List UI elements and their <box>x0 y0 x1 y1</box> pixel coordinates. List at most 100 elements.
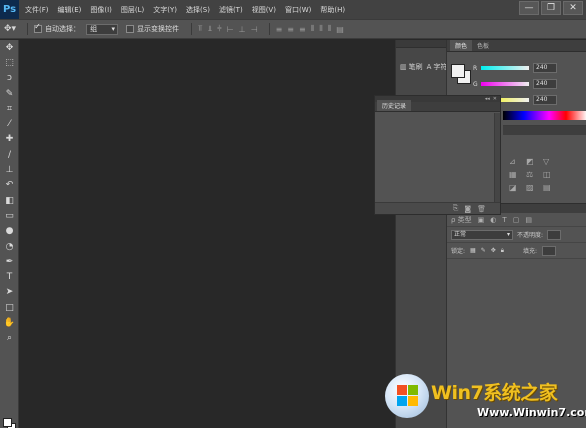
path-select-tool[interactable]: ➤ <box>0 285 19 300</box>
menu-type[interactable]: 文字(Y) <box>153 5 177 15</box>
lock-pixels-icon[interactable]: ✎ <box>481 247 486 254</box>
fill-field[interactable] <box>542 245 556 256</box>
panel-foreground-color[interactable] <box>451 64 465 78</box>
move-tool[interactable]: ✥ <box>0 40 19 55</box>
curves-icon[interactable]: ⊿ <box>509 157 523 166</box>
filter-type-icon[interactable]: T <box>502 216 506 224</box>
type-tool[interactable]: T <box>0 269 19 284</box>
blur-tool[interactable]: ● <box>0 224 19 239</box>
align-right-icon[interactable]: ⊣ <box>251 25 258 34</box>
auto-select-dropdown[interactable]: 组 <box>86 23 119 35</box>
threshold-icon[interactable]: ▤ <box>543 183 557 192</box>
eraser-tool[interactable]: ◧ <box>0 193 19 208</box>
close-button[interactable]: ✕ <box>563 1 583 15</box>
menu-view[interactable]: 视图(V) <box>252 5 276 15</box>
history-brush-tool[interactable]: ↶ <box>0 178 19 193</box>
lock-transparent-icon[interactable]: ▦ <box>470 247 476 254</box>
filter-smart-icon[interactable]: ▤ <box>525 216 532 224</box>
crop-tool[interactable]: ⌗ <box>0 101 19 116</box>
menu-layer[interactable]: 图层(L) <box>121 5 144 15</box>
menu-edit[interactable]: 编辑(E) <box>58 5 82 15</box>
filter-adjust-icon[interactable]: ◐ <box>490 216 496 224</box>
invert-icon[interactable]: ◪ <box>509 183 523 192</box>
opacity-field[interactable] <box>547 229 562 240</box>
red-channel-slider[interactable] <box>481 66 529 70</box>
black-white-icon[interactable]: ◫ <box>543 170 557 179</box>
marquee-tool[interactable]: ⬚ <box>0 55 19 70</box>
history-footer: ⎘ ◙ 🗑︎ <box>375 202 500 214</box>
photoshop-logo: Ps <box>0 0 19 19</box>
healing-brush-tool[interactable]: ✚ <box>0 132 19 147</box>
filter-pixel-icon[interactable]: ▣ <box>478 216 485 224</box>
green-channel-slider[interactable] <box>481 82 529 86</box>
layer-filter-row: ρ 类型 ▣ ◐ T ▢ ▤ <box>447 213 586 227</box>
exposure-icon[interactable]: ◩ <box>526 157 540 166</box>
menu-filter[interactable]: 滤镜(T) <box>219 5 243 15</box>
blend-mode-select[interactable]: 正常 <box>451 229 513 240</box>
move-tool-preset-icon[interactable]: ✥▾ <box>4 24 16 34</box>
menu-file[interactable]: 文件(F) <box>25 5 49 15</box>
color-balance-icon[interactable]: ⚖ <box>526 170 540 179</box>
adjustments-panel: ⊿ ◩ ▽ ▦ ⚖ ◫ ◪ ▨ ▤ <box>503 125 586 203</box>
green-channel-value[interactable]: 240 <box>533 79 557 89</box>
menu-image[interactable]: 图像(I) <box>90 5 112 15</box>
lock-position-icon[interactable]: ✥ <box>491 247 496 254</box>
gradient-tool[interactable]: ▭ <box>0 208 19 223</box>
hue-saturation-icon[interactable]: ▦ <box>509 170 523 179</box>
minimize-button[interactable]: — <box>519 1 539 15</box>
hand-tool[interactable]: ✋ <box>0 315 19 330</box>
new-document-from-state-icon[interactable]: ⎘ <box>453 204 459 213</box>
menu-select[interactable]: 选择(S) <box>186 5 210 15</box>
red-channel-value[interactable]: 240 <box>533 63 557 73</box>
distribute-vcenter-icon[interactable]: ≡ <box>287 25 294 34</box>
history-scrollbar[interactable] <box>494 113 500 202</box>
align-left-icon[interactable]: ⊢ <box>227 25 234 34</box>
tab-color[interactable]: 颜色 <box>450 40 473 51</box>
history-list[interactable] <box>375 113 495 202</box>
document-canvas-area[interactable] <box>20 40 394 428</box>
color-spectrum-bar[interactable] <box>503 111 586 120</box>
snapshot-icon[interactable]: ◙ <box>464 205 471 213</box>
distribute-right-icon[interactable]: ⦀ <box>328 24 332 34</box>
vibrance-icon[interactable]: ▽ <box>543 157 557 166</box>
menu-window[interactable]: 窗口(W) <box>285 5 311 15</box>
distribute-bottom-icon[interactable]: ≡ <box>299 25 306 34</box>
auto-align-icon[interactable]: ▤ <box>336 25 344 34</box>
collapse-icon[interactable]: ◂◂ <box>485 96 490 102</box>
zoom-tool[interactable]: ⌕ <box>0 331 19 346</box>
fill-label: 填充: <box>522 248 537 255</box>
menu-help[interactable]: 帮助(H) <box>320 5 345 15</box>
show-transform-checkbox[interactable] <box>126 25 135 33</box>
pen-tool[interactable]: ✒ <box>0 254 19 269</box>
posterize-icon[interactable]: ▨ <box>526 183 540 192</box>
blue-channel-value[interactable]: 240 <box>533 95 557 105</box>
filter-shape-icon[interactable]: ▢ <box>513 216 520 224</box>
close-icon[interactable]: ✕ <box>493 96 497 102</box>
delete-state-icon[interactable]: 🗑︎ <box>477 205 486 213</box>
align-top-icon[interactable]: ⫪ <box>198 24 203 34</box>
watermark: Win7系统之家 Www.Winwin7.com <box>385 374 586 428</box>
restore-button[interactable]: ❐ <box>541 1 561 15</box>
clone-stamp-tool[interactable]: ⊥ <box>0 162 19 177</box>
align-bottom-icon[interactable]: ⫩ <box>217 24 222 34</box>
shape-tool[interactable]: □ <box>0 300 19 315</box>
distribute-left-icon[interactable]: ⦀ <box>311 24 315 34</box>
foreground-color-swatch[interactable] <box>3 418 12 427</box>
align-vcenter-icon[interactable]: ⫫ <box>208 24 213 34</box>
layer-filter-type[interactable]: ρ 类型 <box>451 215 472 225</box>
tab-history[interactable]: 历史记录 <box>377 100 412 111</box>
dodge-tool[interactable]: ◔ <box>0 239 19 254</box>
brush-tool[interactable]: ∕ <box>0 147 19 162</box>
distribute-hcenter-icon[interactable]: ⦀ <box>319 24 323 34</box>
auto-select-checkbox[interactable] <box>34 22 43 33</box>
eyedropper-tool[interactable]: ⁄ <box>0 116 19 131</box>
lock-all-icon[interactable]: 🔒︎ <box>501 247 504 255</box>
tab-swatches[interactable]: 色板 <box>472 40 494 51</box>
character-panel-button[interactable]: A 字符 <box>427 62 448 72</box>
quick-select-tool[interactable]: ✎ <box>0 86 19 101</box>
lasso-tool[interactable]: ↄ <box>0 71 19 86</box>
menu-bar: Ps 文件(F) 编辑(E) 图像(I) 图层(L) 文字(Y) 选择(S) 滤… <box>0 0 586 19</box>
brush-panel-button[interactable]: ▥ 笔刷 <box>400 62 423 72</box>
align-hcenter-icon[interactable]: ⊥ <box>239 25 246 34</box>
distribute-top-icon[interactable]: ≡ <box>276 25 283 34</box>
